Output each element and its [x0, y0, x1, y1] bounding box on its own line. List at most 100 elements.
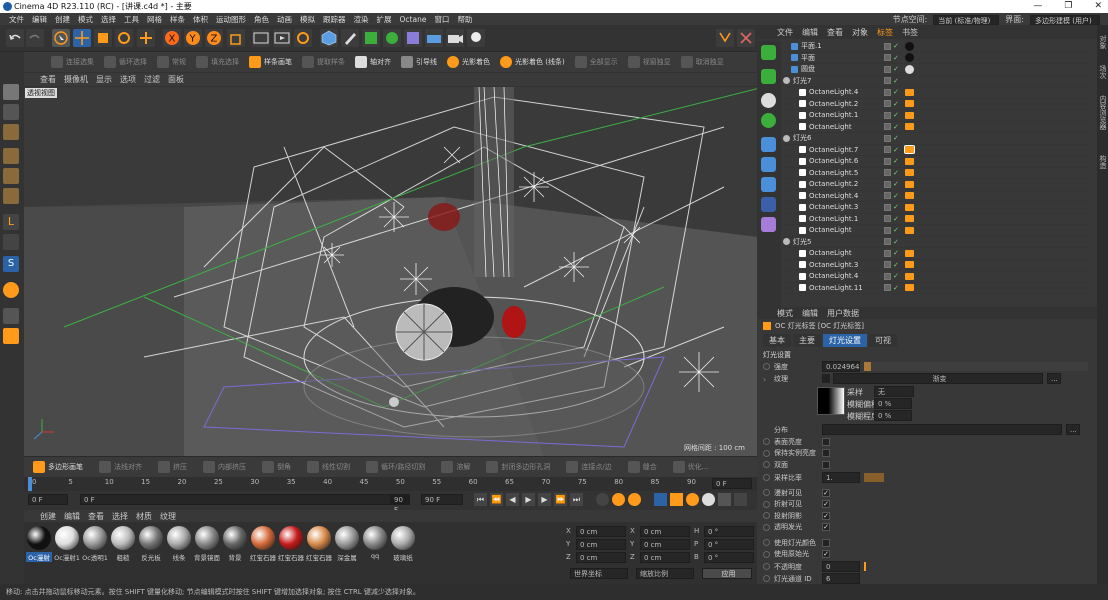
- menu-tracker[interactable]: 跟踪器: [319, 14, 350, 25]
- undo-icon[interactable]: [6, 29, 24, 47]
- tab-main[interactable]: 主要: [793, 334, 821, 347]
- sidebar-folder-icon[interactable]: [761, 217, 776, 232]
- tool-axis-align[interactable]: 轴对齐: [352, 56, 394, 68]
- material-swatch[interactable]: 红宝石器: [306, 526, 332, 562]
- light-icon[interactable]: [467, 29, 485, 47]
- visibility-dot-icon[interactable]: [884, 100, 891, 108]
- visibility-dot-icon[interactable]: [884, 134, 891, 142]
- octane-icon[interactable]: [3, 328, 19, 344]
- octane-light-tag-icon[interactable]: [905, 226, 914, 234]
- subdivision-icon[interactable]: [362, 29, 380, 47]
- visibility-dot-icon[interactable]: [884, 249, 891, 257]
- sidebar-null-icon[interactable]: [761, 177, 776, 192]
- visibility-dot-icon[interactable]: [884, 157, 891, 165]
- menu-mesh[interactable]: 网格: [143, 14, 166, 25]
- tool-stitch[interactable]: 缝合: [625, 461, 660, 473]
- visibility-dot-icon[interactable]: [884, 111, 891, 119]
- object-row[interactable]: OctaneLight.2 ✓: [783, 99, 1091, 110]
- tool-guide[interactable]: 引导线: [398, 56, 440, 68]
- octane-light-tag-icon[interactable]: [905, 169, 914, 177]
- material-tag-icon[interactable]: [905, 53, 914, 63]
- enabled-check-icon[interactable]: ✓: [893, 100, 899, 108]
- object-row[interactable]: 圆盘 ✓: [783, 64, 1091, 76]
- visibility-dot-icon[interactable]: [884, 192, 891, 200]
- render-picture-viewer-icon[interactable]: [273, 29, 291, 47]
- next-frame-icon[interactable]: ▶: [538, 493, 551, 506]
- object-row[interactable]: OctaneLight.2 ✓: [783, 179, 1091, 191]
- animation-dot-icon[interactable]: [763, 489, 770, 496]
- goto-start-icon[interactable]: ⏮: [474, 493, 487, 506]
- magnet-icon[interactable]: [3, 282, 19, 298]
- cloner-icon[interactable]: [383, 29, 401, 47]
- sidebar-sphere-icon[interactable]: [761, 93, 776, 108]
- menu-mode[interactable]: 模式: [74, 14, 97, 25]
- animation-dot-icon[interactable]: [763, 500, 770, 508]
- octane-light-tag-icon[interactable]: [905, 111, 914, 119]
- timeline-settings-icon[interactable]: [734, 493, 747, 506]
- octane-light-tag-icon[interactable]: [905, 123, 914, 131]
- key-pla-icon[interactable]: [718, 493, 731, 506]
- tab-basic[interactable]: 基本: [763, 334, 791, 347]
- prev-key-icon[interactable]: ⏪: [490, 493, 503, 506]
- object-row[interactable]: 灯光7 ✓: [783, 76, 1091, 87]
- apply-button[interactable]: 应用: [702, 568, 752, 579]
- animation-dot-icon[interactable]: [763, 512, 770, 519]
- material-swatch[interactable]: 粗糙: [110, 526, 136, 562]
- enabled-check-icon[interactable]: ✓: [893, 77, 899, 85]
- coord-value-field[interactable]: 0 cm: [576, 526, 626, 537]
- workplane-icon[interactable]: [737, 29, 755, 47]
- visibility-dot-icon[interactable]: [884, 272, 891, 280]
- octane-light-tag-icon[interactable]: [905, 180, 914, 188]
- material-swatch[interactable]: 背景: [222, 526, 248, 562]
- viewport-menu-cameras[interactable]: 摄像机: [64, 74, 88, 85]
- enabled-check-icon[interactable]: ✓: [893, 42, 899, 50]
- transform-icon[interactable]: [137, 29, 155, 47]
- attr-menu-edit[interactable]: 编辑: [802, 308, 818, 319]
- enabled-check-icon[interactable]: ✓: [893, 180, 899, 188]
- object-row[interactable]: OctaneLight.5 ✓: [783, 168, 1091, 179]
- enabled-check-icon[interactable]: ✓: [893, 261, 899, 269]
- enabled-check-icon[interactable]: ✓: [893, 157, 899, 165]
- tool-optimize[interactable]: 优化...: [670, 461, 712, 473]
- attr-menu-userdata[interactable]: 用户数据: [827, 308, 859, 319]
- object-row[interactable]: OctaneLight.1 ✓: [783, 110, 1091, 122]
- octane-light-tag-icon[interactable]: [905, 272, 914, 280]
- attr-checkbox[interactable]: [822, 449, 830, 457]
- tab-light-settings[interactable]: 灯光设置: [823, 334, 867, 347]
- power-slider[interactable]: [864, 362, 1088, 371]
- coord-value-field[interactable]: 0 cm: [640, 526, 690, 537]
- tool-loop-selection[interactable]: 循环选择: [101, 56, 150, 68]
- tool-inner-extrude[interactable]: 内部挤压: [200, 461, 249, 473]
- visibility-dot-icon[interactable]: [884, 180, 891, 188]
- sample-rate-slider[interactable]: [864, 473, 884, 482]
- visibility-dot-icon[interactable]: [884, 65, 891, 73]
- object-row[interactable]: OctaneLight.6 ✓: [783, 156, 1091, 168]
- menu-spline[interactable]: 样条: [166, 14, 189, 25]
- keyframe-selection-icon[interactable]: [628, 493, 641, 506]
- menu-select[interactable]: 选择: [97, 14, 120, 25]
- timeline-ruler[interactable]: 0 5 10 15 20 25 30 35 40 45 50 55 60 65 70 75 80 85 90 0 F: [24, 477, 757, 491]
- viewport-menu-filter[interactable]: 过滤: [144, 74, 160, 85]
- material-swatch[interactable]: Oc漫射1: [54, 526, 80, 562]
- visibility-dot-icon[interactable]: [884, 88, 891, 96]
- menu-help[interactable]: 帮助: [453, 14, 476, 25]
- menu-edit[interactable]: 编辑: [28, 14, 51, 25]
- menu-tools[interactable]: 工具: [120, 14, 143, 25]
- sampling-dropdown[interactable]: 无: [874, 386, 914, 397]
- start-frame-field[interactable]: 0 F: [28, 494, 68, 505]
- rotate-icon[interactable]: [115, 29, 133, 47]
- tab-visibility[interactable]: 可视: [869, 334, 897, 347]
- snap-icon[interactable]: [716, 29, 734, 47]
- tool-close-hole[interactable]: 封闭多边形孔洞: [483, 461, 553, 473]
- perspective-viewport[interactable]: 透视视图 网格间距 : 100 cm: [24, 87, 757, 456]
- texture-arrow-icon[interactable]: [822, 374, 830, 383]
- tool-polygon-pen[interactable]: 多边形画笔: [30, 461, 86, 473]
- tool-connect-selection[interactable]: 连接选集: [48, 56, 97, 68]
- object-row[interactable]: OctaneLight.7 ✓: [783, 145, 1091, 156]
- coord-value-field[interactable]: 0 cm: [640, 552, 690, 563]
- enabled-check-icon[interactable]: ✓: [893, 134, 899, 142]
- redo-icon[interactable]: [26, 29, 44, 47]
- material-tag-icon[interactable]: [905, 41, 914, 51]
- material-swatch[interactable]: 玻璃纸: [390, 526, 416, 562]
- sidebar-green-sphere-icon[interactable]: [761, 113, 776, 128]
